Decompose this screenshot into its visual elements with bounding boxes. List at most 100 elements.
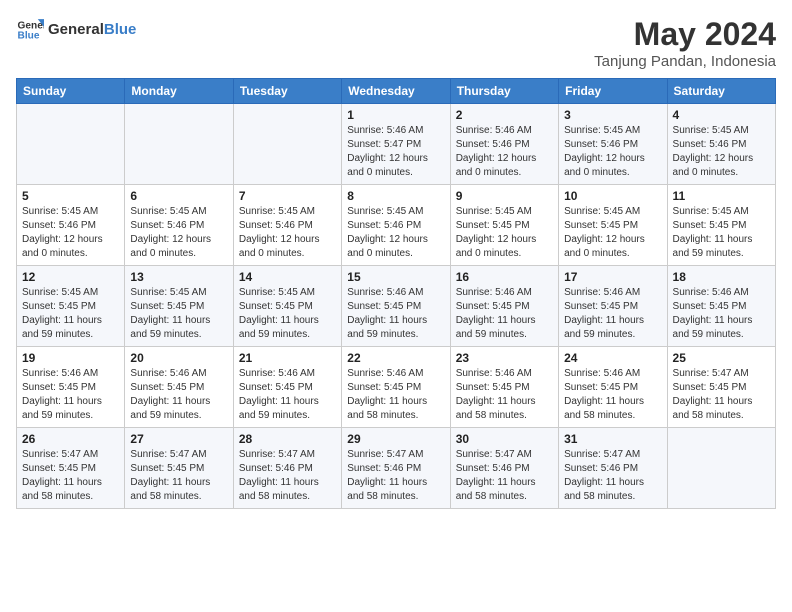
day-number: 25 bbox=[673, 351, 770, 365]
calendar-cell: 3 Sunrise: 5:45 AM Sunset: 5:46 PM Daylig… bbox=[559, 104, 667, 185]
day-number: 7 bbox=[239, 189, 336, 203]
day-number: 28 bbox=[239, 432, 336, 446]
logo-icon: General Blue bbox=[16, 16, 44, 44]
day-detail: Sunrise: 5:46 AM Sunset: 5:45 PM Dayligh… bbox=[456, 286, 553, 342]
calendar-cell: 2Sunrise: 5:46 AM Sunset: 5:46 PM Daylig… bbox=[450, 104, 558, 185]
calendar-cell: 23 Sunrise: 5:46 AM Sunset: 5:45 PM Dayli… bbox=[450, 347, 558, 428]
calendar-cell: 28 Sunrise: 5:47 AM Sunset: 5:46 PM Dayli… bbox=[233, 428, 341, 509]
day-detail: Sunrise: 5:45 AM Sunset: 5:45 PM Dayligh… bbox=[239, 286, 336, 342]
day-number: 3 bbox=[564, 108, 661, 122]
title-area: May 2024 Tanjung Pandan, Indonesia bbox=[594, 16, 776, 70]
calendar-cell bbox=[17, 104, 125, 185]
calendar-cell: 5Sunrise: 5:45 AM Sunset: 5:46 PM Daylig… bbox=[17, 185, 125, 266]
calendar-cell: 1 Sunrise: 5:46 AM Sunset: 5:47 PM Daylig… bbox=[342, 104, 450, 185]
day-detail: Sunrise: 5:47 AM Sunset: 5:45 PM Dayligh… bbox=[22, 448, 119, 504]
calendar-cell: 26 Sunrise: 5:47 AM Sunset: 5:45 PM Dayli… bbox=[17, 428, 125, 509]
header-saturday: Saturday bbox=[667, 79, 775, 104]
calendar-cell: 29Sunrise: 5:47 AM Sunset: 5:46 PM Dayli… bbox=[342, 428, 450, 509]
calendar-cell bbox=[233, 104, 341, 185]
day-detail: Sunrise: 5:45 AM Sunset: 5:46 PM Dayligh… bbox=[673, 124, 770, 180]
day-detail: Sunrise: 5:46 AM Sunset: 5:47 PM Dayligh… bbox=[347, 124, 444, 180]
calendar-cell: 4 Sunrise: 5:45 AM Sunset: 5:46 PM Daylig… bbox=[667, 104, 775, 185]
calendar-cell: 30 Sunrise: 5:47 AM Sunset: 5:46 PM Dayli… bbox=[450, 428, 558, 509]
day-detail: Sunrise: 5:45 AM Sunset: 5:46 PM Dayligh… bbox=[564, 124, 661, 180]
week-row-5: 26 Sunrise: 5:47 AM Sunset: 5:45 PM Dayli… bbox=[17, 428, 776, 509]
day-detail: Sunrise: 5:45 AM Sunset: 5:46 PM Dayligh… bbox=[130, 205, 227, 261]
day-detail: Sunrise: 5:45 AM Sunset: 5:45 PM Dayligh… bbox=[130, 286, 227, 342]
calendar-title: May 2024 bbox=[594, 16, 776, 53]
calendar-header-row: SundayMondayTuesdayWednesdayThursdayFrid… bbox=[17, 79, 776, 104]
calendar-subtitle: Tanjung Pandan, Indonesia bbox=[594, 53, 776, 70]
day-number: 11 bbox=[673, 189, 770, 203]
calendar-cell: 16 Sunrise: 5:46 AM Sunset: 5:45 PM Dayli… bbox=[450, 266, 558, 347]
header-wednesday: Wednesday bbox=[342, 79, 450, 104]
calendar-cell: 21 Sunrise: 5:46 AM Sunset: 5:45 PM Dayli… bbox=[233, 347, 341, 428]
day-number: 8 bbox=[347, 189, 444, 203]
day-number: 31 bbox=[564, 432, 661, 446]
day-detail: Sunrise: 5:45 AM Sunset: 5:46 PM Dayligh… bbox=[347, 205, 444, 261]
day-number: 10 bbox=[564, 189, 661, 203]
calendar-cell: 19Sunrise: 5:46 AM Sunset: 5:45 PM Dayli… bbox=[17, 347, 125, 428]
day-number: 2 bbox=[456, 108, 553, 122]
day-detail: Sunrise: 5:46 AM Sunset: 5:45 PM Dayligh… bbox=[22, 367, 119, 423]
header-thursday: Thursday bbox=[450, 79, 558, 104]
calendar-cell: 31Sunrise: 5:47 AM Sunset: 5:46 PM Dayli… bbox=[559, 428, 667, 509]
calendar-cell: 8 Sunrise: 5:45 AM Sunset: 5:46 PM Daylig… bbox=[342, 185, 450, 266]
day-detail: Sunrise: 5:45 AM Sunset: 5:45 PM Dayligh… bbox=[456, 205, 553, 261]
day-number: 14 bbox=[239, 270, 336, 284]
day-detail: Sunrise: 5:47 AM Sunset: 5:46 PM Dayligh… bbox=[347, 448, 444, 504]
day-number: 21 bbox=[239, 351, 336, 365]
page-header: General Blue GeneralBlue May 2024 Tanjun… bbox=[16, 16, 776, 70]
day-number: 15 bbox=[347, 270, 444, 284]
day-detail: Sunrise: 5:45 AM Sunset: 5:45 PM Dayligh… bbox=[22, 286, 119, 342]
day-number: 13 bbox=[130, 270, 227, 284]
calendar-cell bbox=[125, 104, 233, 185]
day-detail: Sunrise: 5:46 AM Sunset: 5:45 PM Dayligh… bbox=[564, 286, 661, 342]
week-row-4: 19Sunrise: 5:46 AM Sunset: 5:45 PM Dayli… bbox=[17, 347, 776, 428]
day-number: 22 bbox=[347, 351, 444, 365]
logo: General Blue GeneralBlue bbox=[16, 16, 136, 44]
day-detail: Sunrise: 5:46 AM Sunset: 5:45 PM Dayligh… bbox=[456, 367, 553, 423]
day-detail: Sunrise: 5:46 AM Sunset: 5:45 PM Dayligh… bbox=[130, 367, 227, 423]
header-friday: Friday bbox=[559, 79, 667, 104]
day-detail: Sunrise: 5:47 AM Sunset: 5:46 PM Dayligh… bbox=[239, 448, 336, 504]
day-number: 4 bbox=[673, 108, 770, 122]
calendar-cell: 9 Sunrise: 5:45 AM Sunset: 5:45 PM Daylig… bbox=[450, 185, 558, 266]
week-row-3: 12 Sunrise: 5:45 AM Sunset: 5:45 PM Dayli… bbox=[17, 266, 776, 347]
day-detail: Sunrise: 5:45 AM Sunset: 5:45 PM Dayligh… bbox=[673, 205, 770, 261]
day-number: 12 bbox=[22, 270, 119, 284]
day-detail: Sunrise: 5:46 AM Sunset: 5:45 PM Dayligh… bbox=[673, 286, 770, 342]
day-detail: Sunrise: 5:45 AM Sunset: 5:45 PM Dayligh… bbox=[564, 205, 661, 261]
day-number: 1 bbox=[347, 108, 444, 122]
calendar-cell: 20 Sunrise: 5:46 AM Sunset: 5:45 PM Dayli… bbox=[125, 347, 233, 428]
week-row-2: 5 Sunrise: 5:45 AM Sunset: 5:46 PM Daylig… bbox=[17, 185, 776, 266]
calendar-cell: 15Sunrise: 5:46 AM Sunset: 5:45 PM Dayli… bbox=[342, 266, 450, 347]
calendar-cell: 22Sunrise: 5:46 AM Sunset: 5:45 PM Dayli… bbox=[342, 347, 450, 428]
day-number: 9 bbox=[456, 189, 553, 203]
header-sunday: Sunday bbox=[17, 79, 125, 104]
day-number: 5 bbox=[22, 189, 119, 203]
calendar-cell: 11 Sunrise: 5:45 AM Sunset: 5:45 PM Dayli… bbox=[667, 185, 775, 266]
week-row-1: 1 Sunrise: 5:46 AM Sunset: 5:47 PM Daylig… bbox=[17, 104, 776, 185]
day-detail: Sunrise: 5:47 AM Sunset: 5:46 PM Dayligh… bbox=[456, 448, 553, 504]
calendar-cell: 14 Sunrise: 5:45 AM Sunset: 5:45 PM Dayli… bbox=[233, 266, 341, 347]
calendar-cell: 13 Sunrise: 5:45 AM Sunset: 5:45 PM Dayli… bbox=[125, 266, 233, 347]
calendar-cell bbox=[667, 428, 775, 509]
day-detail: Sunrise: 5:46 AM Sunset: 5:45 PM Dayligh… bbox=[239, 367, 336, 423]
day-detail: Sunrise: 5:47 AM Sunset: 5:45 PM Dayligh… bbox=[673, 367, 770, 423]
calendar-cell: 7Sunrise: 5:45 AM Sunset: 5:46 PM Daylig… bbox=[233, 185, 341, 266]
calendar-cell: 6 Sunrise: 5:45 AM Sunset: 5:46 PM Daylig… bbox=[125, 185, 233, 266]
day-number: 20 bbox=[130, 351, 227, 365]
day-number: 30 bbox=[456, 432, 553, 446]
day-detail: Sunrise: 5:47 AM Sunset: 5:45 PM Dayligh… bbox=[130, 448, 227, 504]
calendar-cell: 17Sunrise: 5:46 AM Sunset: 5:45 PM Dayli… bbox=[559, 266, 667, 347]
day-number: 26 bbox=[22, 432, 119, 446]
calendar-cell: 12 Sunrise: 5:45 AM Sunset: 5:45 PM Dayli… bbox=[17, 266, 125, 347]
day-number: 16 bbox=[456, 270, 553, 284]
day-number: 27 bbox=[130, 432, 227, 446]
calendar-cell: 24 Sunrise: 5:46 AM Sunset: 5:45 PM Dayli… bbox=[559, 347, 667, 428]
day-detail: Sunrise: 5:46 AM Sunset: 5:45 PM Dayligh… bbox=[564, 367, 661, 423]
day-number: 6 bbox=[130, 189, 227, 203]
day-number: 24 bbox=[564, 351, 661, 365]
day-number: 23 bbox=[456, 351, 553, 365]
